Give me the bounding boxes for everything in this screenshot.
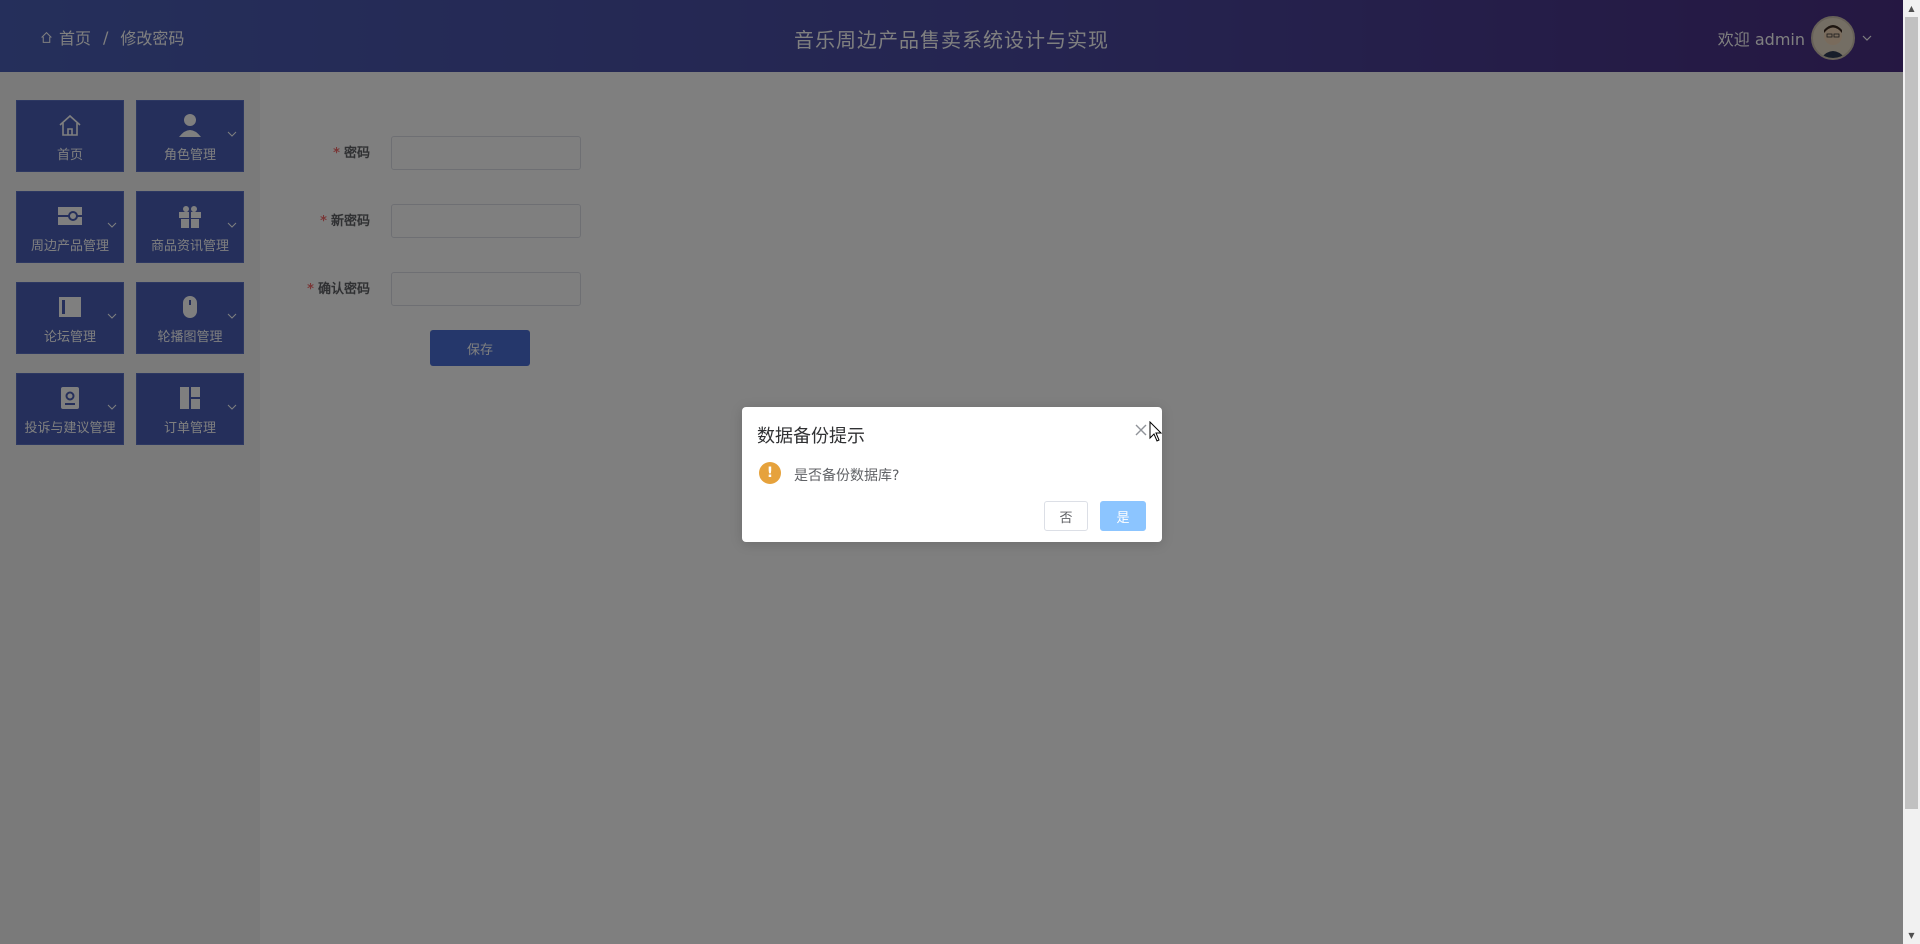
- page-scrollbar[interactable]: ▲ ▼: [1903, 0, 1920, 944]
- scroll-up-icon[interactable]: ▲: [1903, 0, 1920, 17]
- scroll-down-icon[interactable]: ▼: [1903, 927, 1920, 944]
- no-button[interactable]: 否: [1044, 501, 1088, 531]
- mouse-cursor-icon: [1149, 421, 1163, 442]
- yes-button[interactable]: 是: [1100, 501, 1146, 531]
- backup-dialog: 数据备份提示 ! 是否备份数据库? 否 是: [742, 407, 1162, 542]
- scroll-thumb[interactable]: [1905, 17, 1918, 809]
- warning-icon: !: [759, 462, 781, 484]
- dialog-title: 数据备份提示: [757, 426, 865, 447]
- dialog-message: 是否备份数据库?: [794, 468, 900, 484]
- close-icon[interactable]: [1134, 423, 1148, 437]
